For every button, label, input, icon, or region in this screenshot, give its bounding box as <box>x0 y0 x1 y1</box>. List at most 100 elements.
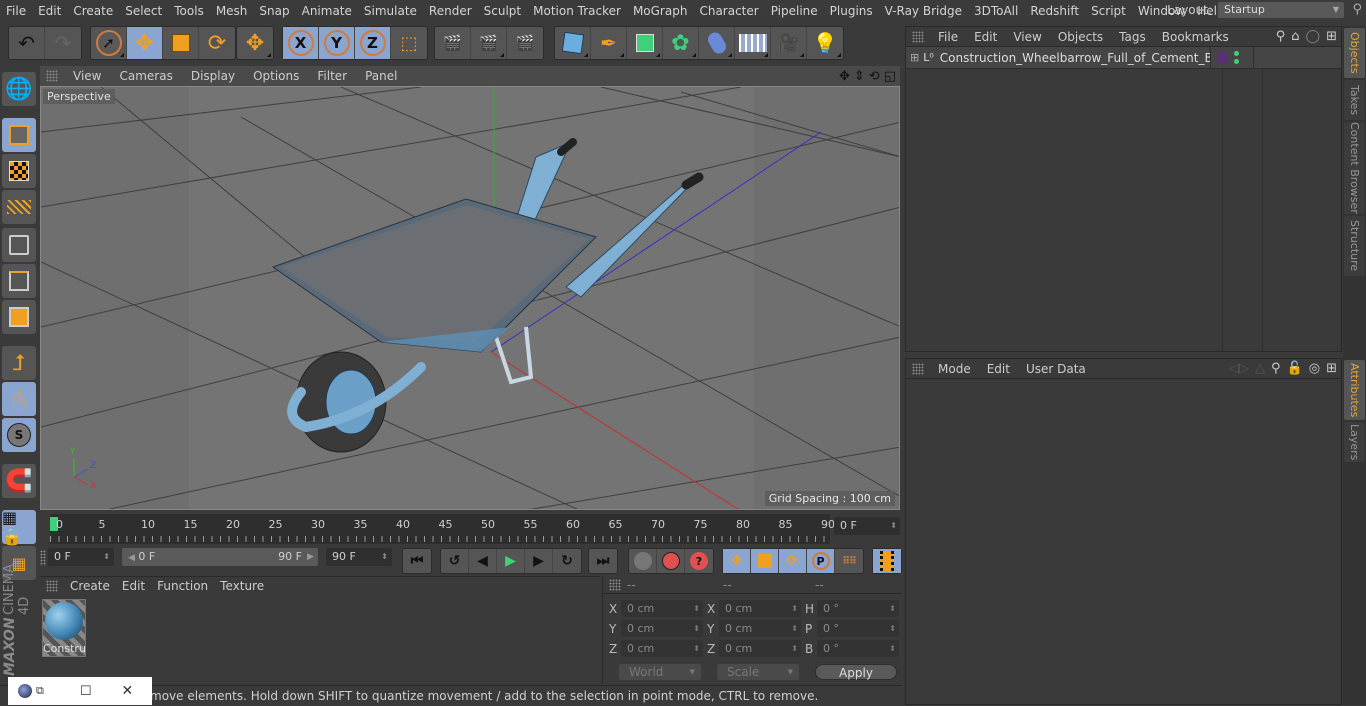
viewport-menu-view[interactable]: View <box>64 69 110 83</box>
snap-button[interactable]: 🧲 <box>2 464 36 498</box>
target-icon[interactable]: ◎ <box>1309 361 1320 376</box>
camera-label[interactable]: Perspective <box>43 89 115 104</box>
min-time-field[interactable]: 0 F ⬍ <box>48 548 114 566</box>
menu-plugins[interactable]: Plugins <box>824 4 879 18</box>
pen-button[interactable]: ✒ <box>591 27 627 59</box>
am-menu-mode[interactable]: Mode <box>930 362 979 376</box>
layout-dropdown[interactable]: Startup <box>1218 2 1344 18</box>
om-menu-view[interactable]: View <box>1005 30 1049 44</box>
rot-p-field[interactable]: 0 ° ⬍ <box>817 620 899 637</box>
new-panel-icon[interactable]: ⊞ <box>1326 361 1337 376</box>
menu-file[interactable]: File <box>0 4 32 18</box>
viewport-menu-panel[interactable]: Panel <box>356 69 406 83</box>
rot-h-field[interactable]: 0 ° ⬍ <box>817 600 899 617</box>
scale-button[interactable] <box>163 27 199 59</box>
pan-view-icon[interactable]: ✥ <box>839 69 850 84</box>
menu-pipeline[interactable]: Pipeline <box>765 4 824 18</box>
menu-mesh[interactable]: Mesh <box>210 4 254 18</box>
menu-vray-bridge[interactable]: V-Ray Bridge <box>879 4 968 18</box>
max-time-field[interactable]: 90 F ⬍ <box>326 548 392 566</box>
pos-z-field[interactable]: 0 cm ⬍ <box>621 640 703 657</box>
recent-tool-button[interactable]: ✥ <box>237 27 273 59</box>
y-axis-toggle[interactable]: Y <box>319 27 355 59</box>
om-menu-objects[interactable]: Objects <box>1050 30 1111 44</box>
next-frame-button[interactable]: ▶ <box>525 549 553 573</box>
expand-icon[interactable]: ⊞ <box>910 51 919 64</box>
deformer-button[interactable] <box>699 27 735 59</box>
panel-grip-icon[interactable] <box>912 362 924 375</box>
pos-y-field[interactable]: 0 cm ⬍ <box>621 620 703 637</box>
panel-grip-icon[interactable] <box>46 70 58 82</box>
tab-content-browser[interactable]: Content Browser <box>1344 122 1365 214</box>
points-mode-button[interactable] <box>2 228 36 262</box>
om-menu-tags[interactable]: Tags <box>1111 30 1154 44</box>
current-frame-field[interactable]: 0 F ⬍ <box>834 517 900 535</box>
z-axis-toggle[interactable]: Z <box>355 27 391 59</box>
light-button[interactable]: 💡 <box>807 27 843 59</box>
subdivision-button[interactable] <box>627 27 663 59</box>
material-menu-edit[interactable]: Edit <box>116 579 151 593</box>
up-arrow-icon[interactable]: △ <box>1255 361 1265 376</box>
visibility-dots-icon[interactable] <box>1233 51 1239 64</box>
live-selection-button[interactable]: ➚ <box>91 27 127 59</box>
timeline-window-button[interactable] <box>873 549 901 573</box>
edges-mode-button[interactable] <box>2 264 36 298</box>
prev-key-button[interactable]: ↺ <box>441 549 469 573</box>
material-menu-texture[interactable]: Texture <box>214 579 270 593</box>
menu-snap[interactable]: Snap <box>253 4 295 18</box>
size-y-field[interactable]: 0 cm ⬍ <box>719 620 801 637</box>
menu-simulate[interactable]: Simulate <box>358 4 423 18</box>
coordinate-mode-select[interactable]: World <box>619 664 701 680</box>
render-picture-viewer-button[interactable]: 🎬 <box>471 27 507 59</box>
om-menu-file[interactable]: File <box>930 30 966 44</box>
prev-frame-button[interactable]: ◀ <box>469 549 497 573</box>
search-icon[interactable]: ⚲ <box>1271 361 1281 376</box>
x-axis-toggle[interactable]: X <box>283 27 319 59</box>
close-icon[interactable]: ✕ <box>122 683 134 699</box>
am-menu-user-data[interactable]: User Data <box>1018 362 1094 376</box>
cube-button[interactable] <box>555 27 591 59</box>
object-name[interactable]: Construction_Wheelbarrow_Full_of_Cement_… <box>940 51 1210 65</box>
om-menu-edit[interactable]: Edit <box>966 30 1005 44</box>
cinema4d-app-icon[interactable] <box>18 684 32 698</box>
floor-button[interactable] <box>735 27 771 59</box>
search-icon[interactable]: ⚲ <box>1352 2 1362 17</box>
tab-takes[interactable]: Takes <box>1344 80 1365 120</box>
render-settings-button[interactable]: 🎬 <box>507 27 543 59</box>
panel-grip-icon[interactable] <box>40 550 46 566</box>
preview-range-slider[interactable]: ◀ 0 F 90 F ▶ <box>122 548 318 566</box>
viewport-menu-cameras[interactable]: Cameras <box>110 69 181 83</box>
toggle-layout-icon[interactable]: ◱ <box>884 69 896 84</box>
object-row[interactable]: ⊞ L⁰ Construction_Wheelbarrow_Full_of_Ce… <box>906 46 1341 69</box>
new-panel-icon[interactable]: ⊞ <box>1326 29 1337 44</box>
cloner-button[interactable]: ✿ <box>663 27 699 59</box>
tweak-mode-button[interactable]: 🖱 <box>2 382 36 416</box>
scale-track-toggle[interactable] <box>751 549 779 573</box>
coordinate-system-button[interactable]: ⬚ <box>391 27 427 59</box>
record-keys-button[interactable] <box>629 549 657 573</box>
goto-start-button[interactable]: ⏮ <box>403 549 431 573</box>
polygons-mode-button[interactable] <box>2 300 36 334</box>
viewport-menu-display[interactable]: Display <box>182 69 244 83</box>
make-editable-button[interactable]: 🌐 <box>2 72 36 106</box>
apply-button[interactable]: Apply <box>815 664 897 680</box>
next-key-button[interactable]: ↻ <box>553 549 581 573</box>
camera-button[interactable]: 🎥 <box>771 27 807 59</box>
point-level-toggle[interactable]: ⠿⠿ <box>835 549 863 573</box>
redo-button[interactable]: ↷ <box>45 27 81 59</box>
panel-grip-icon[interactable] <box>609 578 621 591</box>
goto-end-button[interactable]: ⏭ <box>589 549 617 573</box>
menu-tools[interactable]: Tools <box>168 4 210 18</box>
back-arrow-icon[interactable]: ◁▷ <box>1229 361 1249 376</box>
maximize-icon[interactable]: ☐ <box>80 684 92 699</box>
restore-icon[interactable]: ⧉ <box>36 684 44 698</box>
timeline-ruler[interactable]: 0 5 10 15 20 25 30 35 40 45 50 55 60 65 70 75 80 85 90 <box>50 514 835 544</box>
dolly-view-icon[interactable]: ⇕ <box>854 69 865 84</box>
lock-workplane-button[interactable]: ▦🔒 <box>2 508 36 546</box>
menu-mograph[interactable]: MoGraph <box>627 4 694 18</box>
range-left-arrow[interactable]: ◀ <box>128 553 135 563</box>
move-button[interactable]: ✥ <box>127 27 163 59</box>
material-swatch[interactable]: Constru <box>42 599 86 657</box>
menu-motion-tracker[interactable]: Motion Tracker <box>527 4 627 18</box>
search-icon[interactable]: ⚲ <box>1276 29 1286 44</box>
